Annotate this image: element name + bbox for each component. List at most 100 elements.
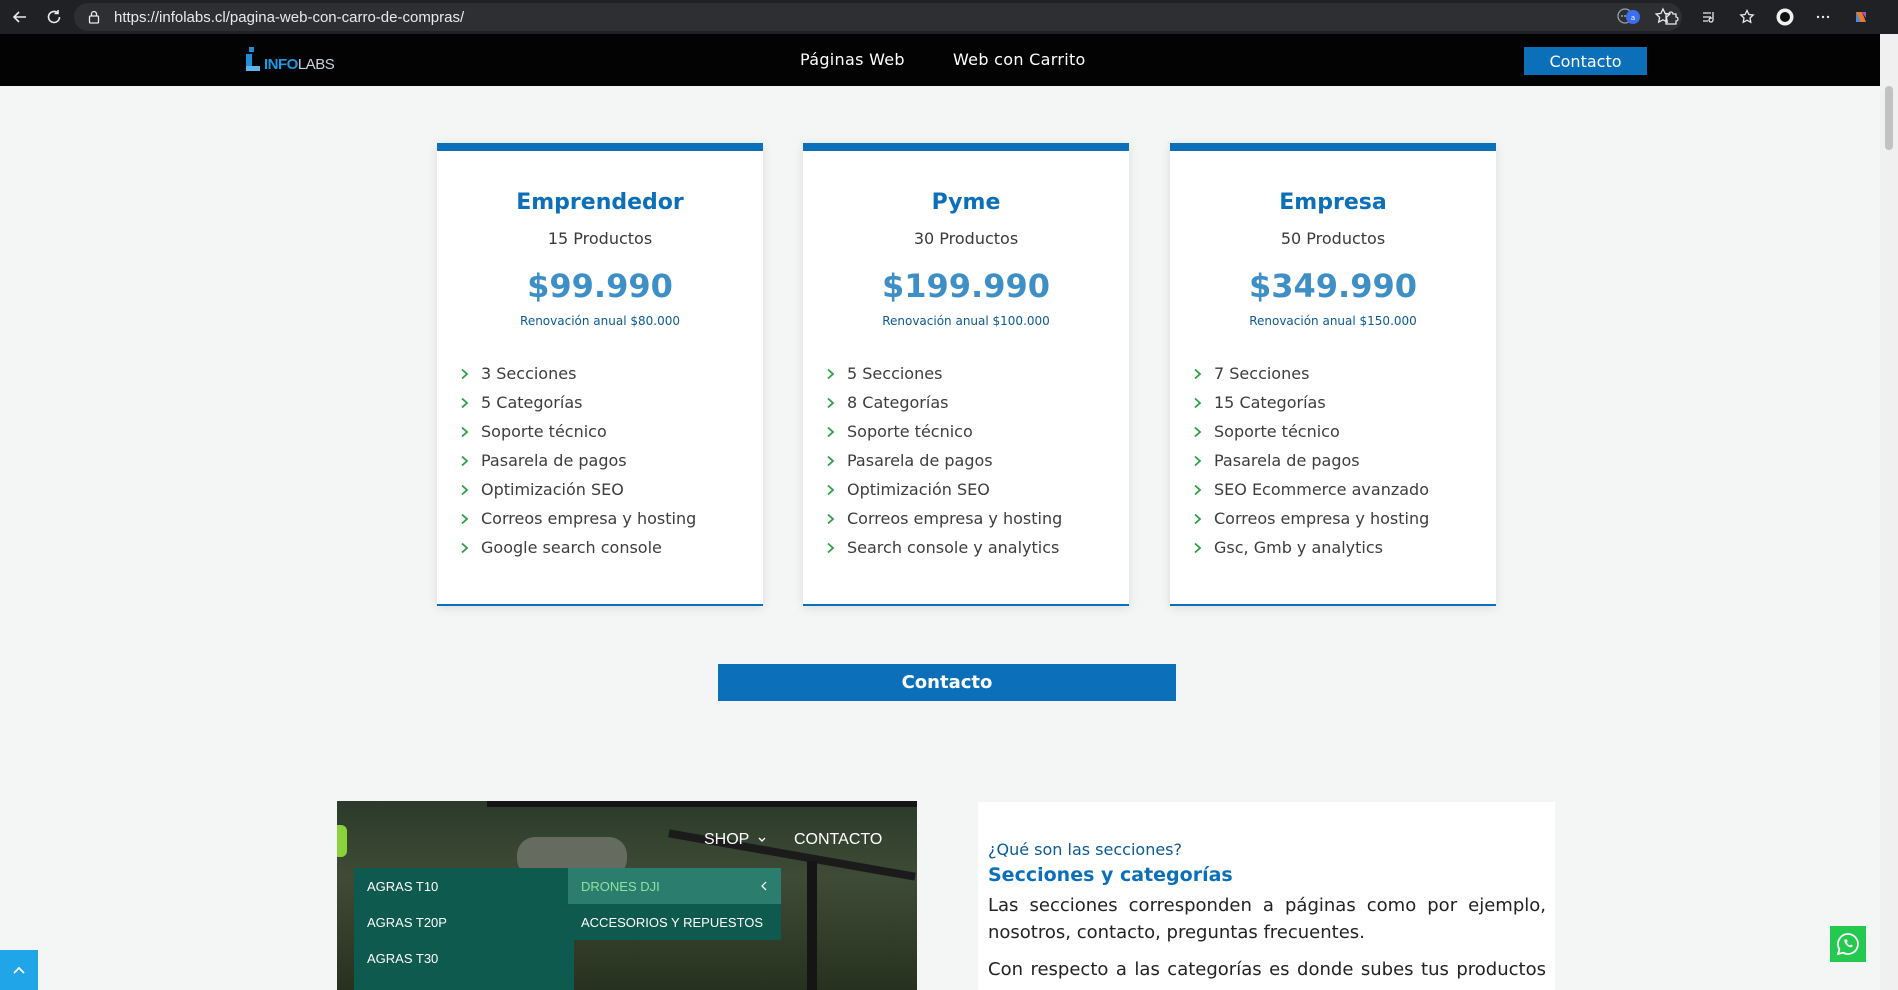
whatsapp-icon (1836, 933, 1859, 956)
chevron-left-icon (761, 881, 767, 891)
plan-price: $99.990 (527, 267, 673, 305)
feature-item: 15 Categorías (1193, 388, 1429, 417)
more-menu-icon[interactable] (1814, 8, 1832, 26)
logo-mark-icon (246, 47, 262, 73)
favorites-icon[interactable] (1738, 8, 1756, 26)
feature-label: Gsc, Gmb y analytics (1214, 538, 1383, 557)
contact-button[interactable]: Contacto (718, 664, 1176, 701)
logo-text-labs: LABS (297, 56, 335, 73)
chevron-right-icon (827, 542, 835, 553)
feature-item: Google search console (460, 533, 696, 562)
plan-products: 15 Productos (547, 229, 653, 248)
feature-label: Optimización SEO (481, 480, 624, 499)
page-scrollbar[interactable] (1880, 34, 1898, 990)
preview-menu-item: AGRAS T20P (367, 915, 447, 930)
whatsapp-button[interactable] (1830, 926, 1866, 962)
preview-menu-item: DRONES DJI (581, 879, 660, 894)
feature-label: Soporte técnico (847, 422, 973, 441)
feature-label: Soporte técnico (1214, 422, 1340, 441)
chevron-down-icon (758, 837, 766, 842)
chevron-right-icon (461, 397, 469, 408)
info-paragraph: Las secciones corresponden a páginas com… (988, 895, 1546, 943)
info-heading: Secciones y categorías (988, 864, 1233, 886)
chevron-right-icon (461, 368, 469, 379)
feature-label: Google search console (481, 538, 662, 557)
header-contact-button[interactable]: Contacto (1524, 47, 1647, 75)
plan-price: $349.990 (1248, 267, 1417, 305)
profile-icon[interactable] (1776, 8, 1794, 26)
feature-item: SEO Ecommerce avanzado (1193, 475, 1429, 504)
plan-card-emprendedor: Emprendedor 15 Productos $99.990 Renovac… (437, 143, 763, 606)
chevron-right-icon (827, 513, 835, 524)
feature-list: 7 Secciones 15 Categorías Soporte técnic… (1193, 359, 1429, 562)
chevron-right-icon (827, 426, 835, 437)
feature-label: Search console y analytics (847, 538, 1060, 557)
feature-item: 3 Secciones (460, 359, 696, 388)
feature-item: 7 Secciones (1193, 359, 1429, 388)
preview-top-bar (487, 801, 917, 807)
chevron-right-icon (1194, 397, 1202, 408)
chevron-right-icon (1194, 426, 1202, 437)
infolabs-logo[interactable]: INFO LABS (246, 47, 335, 73)
chevron-right-icon (461, 542, 469, 553)
feature-item: Pasarela de pagos (460, 446, 696, 475)
feature-item: Correos empresa y hosting (1193, 504, 1429, 533)
site-info-icon[interactable] (86, 9, 102, 25)
feature-item: Optimización SEO (460, 475, 696, 504)
scrollbar-thumb[interactable] (1885, 86, 1893, 150)
plan-name: Emprendedor (516, 190, 684, 215)
feature-label: SEO Ecommerce avanzado (1214, 480, 1429, 499)
reload-button[interactable] (40, 3, 68, 31)
feature-label: 5 Categorías (481, 393, 583, 412)
feature-item: Pasarela de pagos (826, 446, 1062, 475)
feature-item: 5 Categorías (460, 388, 696, 417)
info-question: ¿Qué son las secciones? (988, 840, 1182, 859)
chevron-up-icon (13, 966, 25, 974)
preview-green-tab (337, 825, 347, 857)
puzzle-icon[interactable] (1662, 8, 1680, 26)
scroll-to-top-button[interactable] (0, 950, 38, 990)
nav-paginas-web[interactable]: Páginas Web (800, 50, 905, 69)
feature-item: Correos empresa y hosting (826, 504, 1062, 533)
browser-chrome: https://infolabs.cl/pagina-web-con-carro… (0, 0, 1898, 34)
shop-preview-image: SHOP CONTACTO AGRAS T10 AGRAS T20P AGRAS… (337, 801, 917, 990)
preview-nav-shop: SHOP (704, 831, 750, 848)
address-bar[interactable]: https://infolabs.cl/pagina-web-con-carro… (74, 3, 1682, 31)
feature-label: 5 Secciones (847, 364, 943, 383)
nav-web-con-carrito[interactable]: Web con Carrito (953, 50, 1086, 69)
feature-label: 7 Secciones (1214, 364, 1310, 383)
preview-nav-contacto: CONTACTO (794, 831, 883, 848)
plan-price: $199.990 (881, 267, 1050, 305)
media-icon[interactable] (1700, 8, 1718, 26)
reload-icon (47, 10, 61, 24)
preview-menu-item: AGRAS T10 (367, 879, 439, 894)
feature-item: Gsc, Gmb y analytics (1193, 533, 1429, 562)
extension-icon[interactable]: a (1624, 8, 1642, 26)
sections-info-box: ¿Qué son las secciones? Secciones y cate… (978, 802, 1555, 990)
arrow-left-icon (12, 11, 26, 23)
plan-card-empresa: Empresa 50 Productos $349.990 Renovación… (1170, 143, 1496, 606)
feature-list: 5 Secciones 8 Categorías Soporte técnico… (826, 359, 1062, 562)
logo-text-info: INFO (264, 56, 298, 73)
feature-item: Optimización SEO (826, 475, 1062, 504)
back-button[interactable] (6, 3, 34, 31)
preview-menu-right: DRONES DJI ACCESORIOS Y REPUESTOS (568, 868, 781, 940)
feature-item: Soporte técnico (826, 417, 1062, 446)
url-text[interactable]: https://infolabs.cl/pagina-web-con-carro… (114, 9, 464, 26)
plan-products: 30 Productos (913, 229, 1019, 248)
chevron-right-icon (461, 484, 469, 495)
feature-label: Pasarela de pagos (481, 451, 627, 470)
preview-menu-item: ACCESORIOS Y REPUESTOS (581, 915, 764, 930)
feature-label: Pasarela de pagos (847, 451, 993, 470)
plan-products: 50 Productos (1280, 229, 1386, 248)
feature-label: Pasarela de pagos (1214, 451, 1360, 470)
chevron-right-icon (827, 397, 835, 408)
chevron-right-icon (1194, 542, 1202, 553)
chevron-right-icon (827, 484, 835, 495)
plan-card-pyme: Pyme 30 Productos $199.990 Renovación an… (803, 143, 1129, 606)
preview-menu-left: AGRAS T10 AGRAS T20P AGRAS T30 (354, 868, 574, 990)
plan-renewal: Renovación anual $100.000 (882, 314, 1050, 328)
chevron-right-icon (1194, 513, 1202, 524)
copilot-icon[interactable] (1852, 8, 1870, 26)
feature-label: Correos empresa y hosting (481, 509, 697, 528)
